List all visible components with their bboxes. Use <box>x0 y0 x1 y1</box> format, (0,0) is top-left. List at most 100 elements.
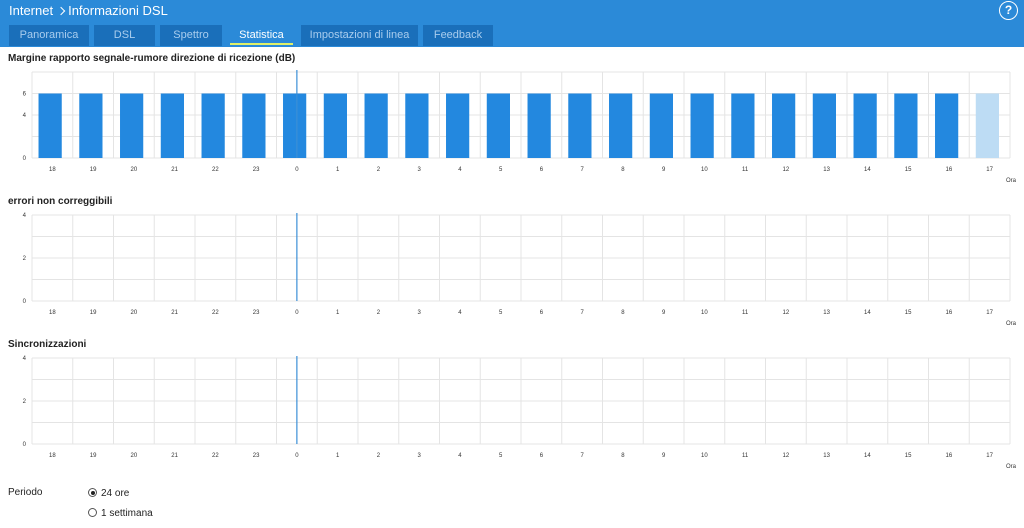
bar <box>405 93 429 158</box>
period-option-24h[interactable]: 24 ore <box>88 487 129 499</box>
x-tick-label: 11 <box>742 167 749 173</box>
bar <box>242 93 266 158</box>
x-tick-label: 10 <box>701 167 708 173</box>
tab-label: Impostazioni di linea <box>309 29 410 41</box>
x-tick-label: 11 <box>742 310 749 316</box>
y-tick-label: 2 <box>23 256 27 262</box>
x-tick-label: 13 <box>823 453 830 459</box>
y-tick-label: 4 <box>23 113 27 119</box>
x-tick-label: 10 <box>701 453 708 459</box>
bar <box>120 93 144 158</box>
x-tick-label: 8 <box>621 453 625 459</box>
bar <box>568 93 592 158</box>
bar <box>853 93 877 158</box>
x-tick-label: 18 <box>49 310 56 316</box>
x-tick-label: 20 <box>131 310 138 316</box>
x-tick-label: 9 <box>662 453 666 459</box>
x-tick-label: 22 <box>212 167 219 173</box>
x-tick-label: 14 <box>864 167 871 173</box>
y-tick-label: 4 <box>23 356 27 362</box>
x-tick-label: 4 <box>458 310 462 316</box>
x-tick-label: 6 <box>540 310 544 316</box>
y-tick-label: 6 <box>23 92 27 98</box>
bar <box>935 93 959 158</box>
y-tick-label: 4 <box>23 213 27 219</box>
x-tick-label: 12 <box>783 453 790 459</box>
x-tick-label: 16 <box>946 167 953 173</box>
x-tick-label: 5 <box>499 453 503 459</box>
x-tick-label: 0 <box>295 453 299 459</box>
bar <box>894 93 918 158</box>
x-tick-label: 1 <box>336 453 340 459</box>
y-tick-label: 2 <box>23 399 27 405</box>
y-tick-label: 0 <box>23 299 27 305</box>
x-tick-label: 21 <box>171 453 178 459</box>
chevron-right-icon <box>56 6 66 16</box>
x-tick-label: 23 <box>253 167 260 173</box>
radio-unselected-icon[interactable] <box>88 508 97 517</box>
bar <box>690 93 714 158</box>
breadcrumb-current: Informazioni DSL <box>68 3 168 18</box>
x-tick-label: 7 <box>580 453 584 459</box>
x-tick-label: 7 <box>580 167 584 173</box>
bar <box>38 93 62 158</box>
x-tick-label: 20 <box>131 167 138 173</box>
tab-dsl[interactable]: DSL <box>94 25 155 46</box>
x-axis-unit-label: Ora <box>1006 464 1017 470</box>
x-tick-label: 5 <box>499 167 503 173</box>
tab-label: Feedback <box>433 29 483 41</box>
bar <box>201 93 225 158</box>
x-tick-label: 8 <box>621 167 625 173</box>
bar <box>609 93 633 158</box>
bar-current-hour <box>975 93 999 158</box>
x-tick-label: 11 <box>742 453 749 459</box>
x-axis-unit-label: Ora <box>1006 178 1017 184</box>
snr-margin-chart: 04618 19 20 21 22 23 0 1 2 3 4 5 6 7 8 9 10 11 12 13 14 15 16 1… <box>23 70 1017 184</box>
synchronizations-chart: 02418 19 20 21 22 23 0 1 2 3 4 5 6 7 8 9 10 11 12 13 14 15 16 1… <box>23 356 1017 470</box>
period-option-1week[interactable]: 1 settimana <box>88 507 153 519</box>
x-tick-label: 0 <box>295 167 299 173</box>
x-tick-label: 3 <box>417 453 421 459</box>
x-tick-label: 14 <box>864 310 871 316</box>
x-tick-label: 18 <box>49 167 56 173</box>
tab-statistica[interactable]: Statistica <box>227 25 296 46</box>
bar <box>649 93 673 158</box>
tab-label: Statistica <box>239 29 284 41</box>
period-option-label: 1 settimana <box>101 508 153 519</box>
x-tick-label: 0 <box>295 310 299 316</box>
x-tick-label: 7 <box>580 310 584 316</box>
x-tick-label: 10 <box>701 310 708 316</box>
x-tick-label: 13 <box>823 310 830 316</box>
x-tick-label: 3 <box>417 310 421 316</box>
tab-label: Panoramica <box>19 29 79 41</box>
x-tick-label: 9 <box>662 310 666 316</box>
x-tick-label: 20 <box>131 453 138 459</box>
tab-impostazioni-di-linea[interactable]: Impostazioni di linea <box>301 25 418 46</box>
header-bar: Internet Informazioni DSL ? Panoramica DS… <box>0 0 1024 47</box>
x-tick-label: 2 <box>377 310 381 316</box>
x-tick-label: 13 <box>823 167 830 173</box>
tab-feedback[interactable]: Feedback <box>423 25 493 46</box>
x-tick-label: 16 <box>946 310 953 316</box>
tab-panoramica[interactable]: Panoramica <box>9 25 89 46</box>
y-tick-label: 0 <box>23 442 27 448</box>
x-tick-label: 18 <box>49 453 56 459</box>
uncorrectable-errors-chart: 02418 19 20 21 22 23 0 1 2 3 4 5 6 7 8 9 10 11 12 13 14 15 16 1… <box>23 213 1017 327</box>
x-tick-label: 15 <box>905 453 912 459</box>
x-tick-label: 22 <box>212 453 219 459</box>
x-tick-label: 6 <box>540 453 544 459</box>
x-tick-label: 6 <box>540 167 544 173</box>
bar <box>79 93 103 158</box>
radio-selected-icon[interactable] <box>88 488 97 497</box>
tab-spettro[interactable]: Spettro <box>160 25 222 46</box>
x-tick-label: 15 <box>905 167 912 173</box>
breadcrumb-internet[interactable]: Internet <box>9 3 53 19</box>
bar <box>323 93 347 158</box>
help-icon[interactable]: ? <box>999 1 1018 20</box>
x-tick-label: 2 <box>377 167 381 173</box>
x-tick-label: 19 <box>90 453 97 459</box>
x-tick-label: 21 <box>171 310 178 316</box>
x-tick-label: 23 <box>253 453 260 459</box>
x-tick-label: 4 <box>458 167 462 173</box>
x-tick-label: 17 <box>986 310 993 316</box>
